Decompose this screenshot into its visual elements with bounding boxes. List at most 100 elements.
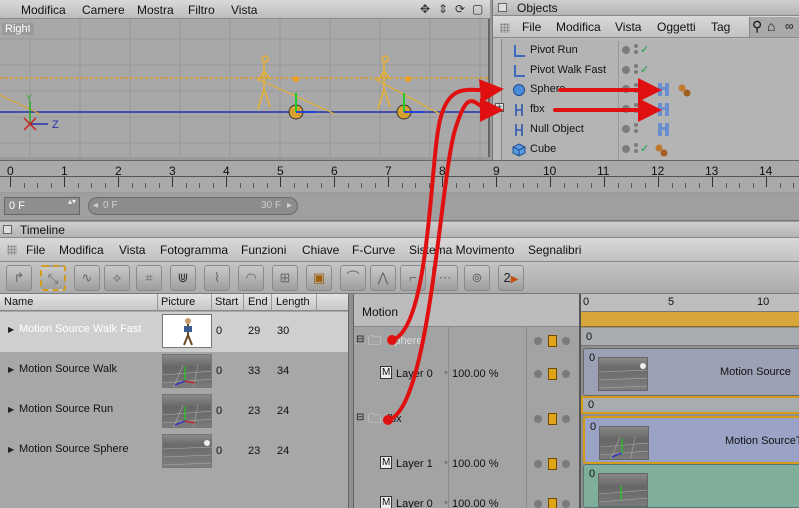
step-icon[interactable]: ⌐ [400,265,426,291]
record-icon[interactable]: ⊚ [464,265,490,291]
move-tool-icon[interactable]: ⤡ [40,265,66,291]
motion-row-layer-1[interactable]: M Layer 1 100.00 % [354,454,579,474]
rotate-view-icon[interactable]: ⟳ [455,2,465,16]
enabled-check-icon[interactable]: ✓ [640,43,649,56]
film-icon[interactable] [548,458,557,470]
menu-mostra[interactable]: Mostra [137,3,174,17]
timeline-menu-modifica[interactable]: Modifica [59,243,104,257]
object-row-pivot-walk-fast[interactable]: Pivot Walk Fast ✓ [502,61,799,81]
motion-clip-fbx-layer-1[interactable]: 0 Motion SourceT [583,416,799,464]
render-dots[interactable] [634,64,638,68]
timeline-menu-fotogramma[interactable]: Fotogramma [160,243,228,257]
objects-menu-vista[interactable]: Vista [615,20,641,34]
expand-triangle-icon[interactable]: ▶ [8,325,14,334]
film-icon[interactable] [548,413,557,425]
motion-row-layer-0-fbx[interactable]: M Layer 0 100.00 % [354,494,579,508]
object-row-cube[interactable]: Cube ✓ [502,140,799,160]
menu-modifica[interactable]: Modifica [21,3,66,17]
time-ruler[interactable]: 0 1 2 3 4 5 6 7 8 9 10 11 12 13 14 [0,160,799,192]
visibility-dot[interactable] [622,66,630,74]
track-row-sphere[interactable]: 0 [581,328,799,346]
panel-close-icon[interactable] [498,3,507,12]
render-dots[interactable] [634,44,638,48]
spline-icon[interactable]: ⌒ [340,265,366,291]
timeline-menu-funzioni[interactable]: Funzioni [241,243,286,257]
render-dots[interactable] [634,143,638,147]
expand-triangle-icon[interactable]: ▶ [8,405,14,414]
object-row-pivot-run[interactable]: Pivot Run ✓ [502,41,799,61]
zoom-view-icon[interactable]: ⇕ [438,2,448,16]
object-row-fbx[interactable]: + fbx [495,100,799,120]
render-dots[interactable] [634,103,638,107]
motion-clip-sphere-layer[interactable]: 0 Motion Source [583,348,799,396]
object-row-null-object[interactable]: Null Object [502,120,799,140]
ease-icon[interactable]: ◠ [238,265,264,291]
motion-system-icon[interactable]: ▣ [306,265,332,291]
layer-badge[interactable]: 2▶ [498,265,524,291]
library-row-run[interactable]: ▶ Motion Source Run 0 23 24 [0,392,348,432]
range-slider[interactable]: ◂ 0 F 30 F ▸ [88,197,298,215]
texture-tag-icon[interactable] [652,142,672,160]
timeline-menu-chiave[interactable]: Chiave [302,243,339,257]
film-icon[interactable] [548,498,557,508]
column-name[interactable]: Name [4,296,33,308]
panel-close-icon[interactable] [3,225,12,234]
menu-camere[interactable]: Camere [82,3,125,17]
home-icon[interactable]: ⌂ [767,18,775,34]
maximize-view-icon[interactable]: ▢ [472,2,483,16]
tracks-ruler[interactable]: 0 5 10 [581,294,799,312]
linear-icon[interactable]: ⋀ [370,265,396,291]
timeline-menu-sistema-movimento[interactable]: Sistema Movimento [409,243,514,257]
visibility-dot[interactable] [622,85,630,93]
motion-tag-icon[interactable] [656,101,676,119]
snap-icon[interactable]: ⌗ [136,265,162,291]
motion-tag-icon[interactable] [656,121,676,139]
motion-row-fbx[interactable]: ⊟ 🗀 fbx [354,410,579,430]
column-start[interactable]: Start [215,296,238,308]
timeline-menu-file[interactable]: File [26,243,45,257]
curve-tool-icon[interactable]: ⌇ [204,265,230,291]
motion-row-layer-0[interactable]: M Layer 0 100.00 % [354,364,579,384]
magnet-icon[interactable]: ⋓ [170,265,196,291]
column-end[interactable]: End [248,296,268,308]
grip-icon[interactable] [500,23,510,33]
viewport-right[interactable]: Right Y Z [0,19,490,157]
preview-range-bar[interactable] [581,312,799,327]
timeline-menu-fcurve[interactable]: F-Curve [352,243,395,257]
render-dots[interactable] [634,123,638,127]
expand-triangle-icon[interactable]: ▶ [8,445,14,454]
library-row-walk[interactable]: ▶ Motion Source Walk 0 33 34 [0,352,348,392]
motion-clip-tracks[interactable]: 0 5 10 0 0 Motion Source 0 0 Motion Sour… [579,294,799,508]
timeline-menu-vista[interactable]: Vista [119,243,145,257]
column-length[interactable]: Length [276,296,310,308]
break-icon[interactable]: ⋯ [432,265,458,291]
collapse-icon[interactable]: ⊟ [356,334,364,345]
objects-menu-oggetti[interactable]: Oggetti [657,20,696,34]
motion-tag-icon[interactable] [656,81,696,99]
grip-icon[interactable] [7,245,17,255]
render-dots[interactable] [634,83,638,87]
object-row-sphere[interactable]: Sphere [502,80,799,100]
select-tool-icon[interactable]: ↱ [6,265,32,291]
menu-vista[interactable]: Vista [231,3,257,17]
film-icon[interactable] [548,368,557,380]
motion-clip-fbx-layer-0[interactable]: 0 [583,464,799,508]
visibility-dot[interactable] [622,46,630,54]
range-right-arrow-icon[interactable]: ▸ [287,200,292,211]
motion-row-sphere[interactable]: ⊟ 🗀 Sphere [354,332,579,352]
enabled-check-icon[interactable]: ✓ [640,63,649,76]
menu-filtro[interactable]: Filtro [188,3,215,17]
objects-menu-modifica[interactable]: Modifica [556,20,601,34]
visibility-dot[interactable] [622,145,630,153]
layer-strength[interactable]: 100.00 % [444,497,499,508]
visibility-dot[interactable] [622,105,630,113]
range-left-arrow-icon[interactable]: ◂ [93,200,98,211]
keyframe-icon[interactable]: ⊞ [272,265,298,291]
objects-menu-tag[interactable]: Tag [711,20,730,34]
enabled-check-icon[interactable]: ✓ [640,142,649,155]
column-picture[interactable]: Picture [161,296,195,308]
timeline-menu-segnalibri[interactable]: Segnalibri [528,243,581,257]
collapse-icon[interactable]: ⊟ [356,412,364,423]
key-mode-icon[interactable]: ⟡ [104,265,130,291]
library-row-walk-fast[interactable]: ▶ Motion Source Walk Fast 0 29 30 [0,312,348,352]
